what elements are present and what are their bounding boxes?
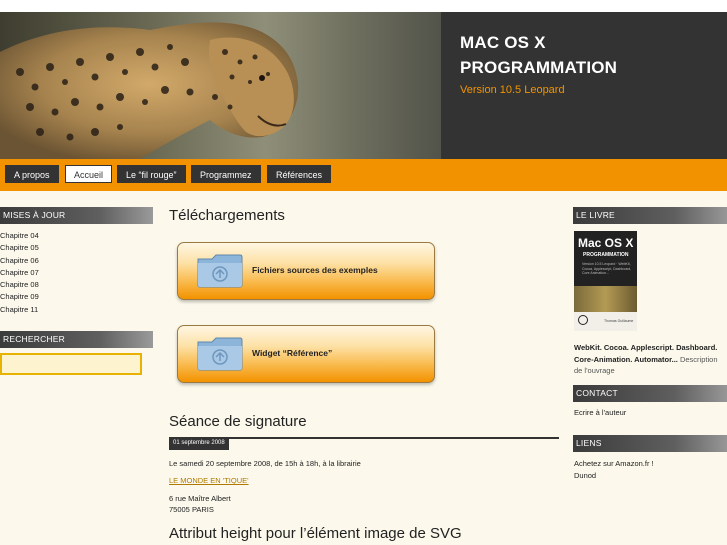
download-widget-button[interactable]: Widget “Référence”: [177, 325, 435, 383]
contact-author-link[interactable]: Ecrire à l'auteur: [574, 407, 626, 419]
nav-accueil[interactable]: Accueil: [65, 165, 113, 183]
update-link-chapitre-09[interactable]: Chapitre 09: [0, 291, 39, 303]
links-heading: LIENS: [573, 435, 727, 452]
update-link-chapitre-06[interactable]: Chapitre 06: [0, 255, 39, 267]
next-post-title[interactable]: Attribut height pour l’élément image de …: [169, 525, 462, 542]
site-title-line1: MAC OS X: [460, 33, 546, 52]
folder-icon: [197, 254, 243, 288]
cover-footer: Thomas Guillaume: [574, 312, 637, 331]
update-link-chapitre-11[interactable]: Chapitre 11: [0, 304, 39, 316]
post-title[interactable]: Séance de signature: [169, 413, 307, 430]
site-title-line2: PROGRAMMATION: [460, 58, 618, 77]
update-link-chapitre-08[interactable]: Chapitre 08: [0, 279, 39, 291]
folder-icon: [197, 337, 243, 371]
address-line2: 75005 PARIS: [169, 505, 214, 514]
bookstore-link[interactable]: LE MONDE EN 'TIQUE': [169, 476, 249, 485]
site-header: MAC OS X PROGRAMMATION Version 10.5 Leop…: [0, 12, 727, 159]
link-dunod[interactable]: Dunod: [574, 470, 596, 482]
cover-subtitle: PROGRAMMATION: [583, 252, 629, 258]
address-line1: 6 rue Maître Albert: [169, 494, 231, 503]
download-sources-label: Fichiers sources des exemples: [252, 265, 378, 275]
leopard-banner-image: [0, 12, 441, 159]
download-widget-label: Widget “Référence”: [252, 348, 333, 358]
cover-text: Version 10.5 Leopard · WebKit, Cocoa, Ap…: [582, 262, 632, 275]
nav-a-propos[interactable]: A propos: [5, 165, 59, 183]
book-cover-image[interactable]: Mac OS X PROGRAMMATION Version 10.5 Leop…: [574, 231, 637, 331]
book-keywords-2: Core-Animation. Automator...: [574, 354, 678, 364]
nav-fil-rouge[interactable]: Le “fil rouge”: [117, 165, 186, 183]
update-link-chapitre-04[interactable]: Chapitre 04: [0, 230, 39, 242]
cover-leopard-image: [574, 286, 637, 312]
search-heading: RECHERCHER: [0, 331, 153, 348]
download-sources-button[interactable]: Fichiers sources des exemples: [177, 242, 435, 300]
updates-list: Chapitre 04 Chapitre 05 Chapitre 06 Chap…: [0, 230, 39, 316]
update-link-chapitre-07[interactable]: Chapitre 07: [0, 267, 39, 279]
nav-references[interactable]: Références: [267, 165, 332, 183]
search-input[interactable]: [0, 353, 142, 375]
link-amazon[interactable]: Achetez sur Amazon.fr !: [574, 458, 654, 470]
cover-author: Thomas Guillaume: [604, 319, 634, 323]
post-body-text: Le samedi 20 septembre 2008, de 15h à 18…: [169, 459, 361, 468]
post-date-badge: 01 septembre 2008: [169, 437, 229, 450]
top-strip: [0, 0, 727, 12]
book-heading: LE LIVRE: [573, 207, 727, 224]
cover-title: Mac OS X: [578, 236, 634, 250]
updates-heading: MISES À JOUR: [0, 207, 153, 224]
update-link-chapitre-05[interactable]: Chapitre 05: [0, 242, 39, 254]
book-description: WebKit. Cocoa. Applescript. Dashboard. C…: [574, 342, 726, 377]
downloads-title: Téléchargements: [169, 207, 285, 224]
main-navigation: A propos Accueil Le “fil rouge” Programm…: [0, 159, 727, 191]
contact-heading: CONTACT: [573, 385, 727, 402]
publisher-logo-icon: [578, 315, 588, 325]
site-subtitle: Version 10.5 Leopard: [460, 84, 565, 96]
book-keywords-1: WebKit. Cocoa. Applescript. Dashboard.: [574, 343, 718, 352]
nav-programmez[interactable]: Programmez: [191, 165, 261, 183]
site-title: MAC OS X PROGRAMMATION: [460, 30, 720, 80]
leopard-image-icon: [0, 22, 299, 159]
